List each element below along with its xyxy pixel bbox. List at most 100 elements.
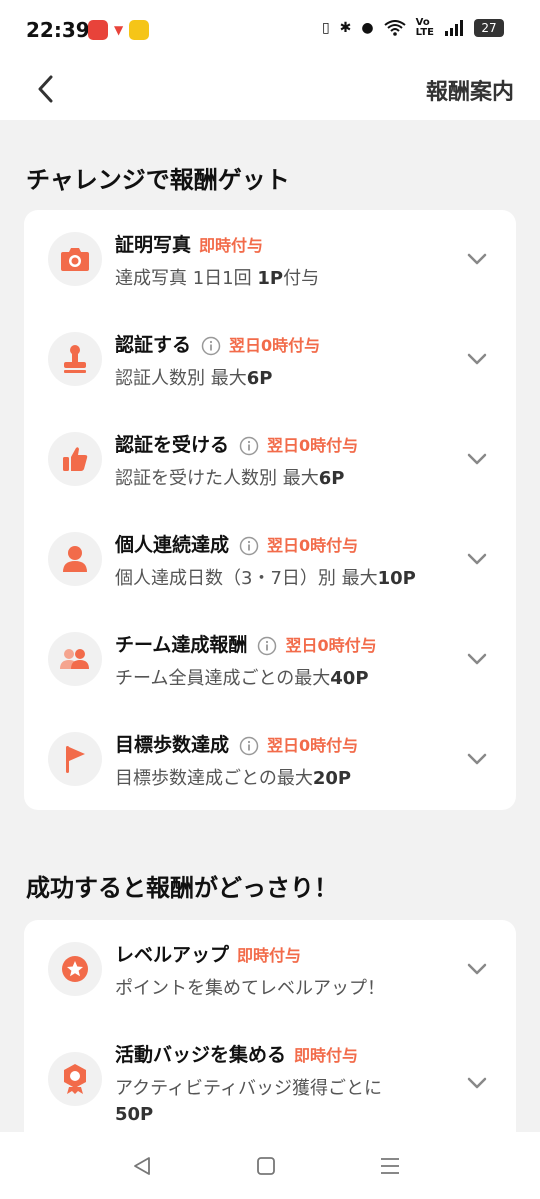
bluetooth-icon: ✱ [339, 20, 352, 36]
timing-badge: 即時付与 [294, 1046, 359, 1065]
challenge-reward-card: 証明写真 即時付与 達成写真 1日1回 1P付与 認証する 翌日0時付与 認証人数別… [24, 210, 516, 810]
item-title: チーム達成報酬 翌日0時付与 [115, 630, 377, 657]
item-icon-wrap [48, 732, 102, 786]
timing-badge: 翌日0時付与 [267, 436, 359, 455]
reward-item-receive-certification[interactable]: 認証を受ける 翌日0時付与 認証を受けた人数別 最大6P [24, 410, 516, 510]
nav-recents-button[interactable] [376, 1152, 404, 1180]
vibrate-icon: ▯ [321, 20, 330, 36]
chevron-down-icon[interactable] [466, 648, 488, 670]
item-icon-wrap [48, 432, 102, 486]
item-name: 目標歩数達成 [115, 734, 230, 756]
chevron-down-icon[interactable] [466, 348, 488, 370]
info-icon[interactable] [239, 736, 259, 756]
back-button[interactable] [28, 72, 62, 106]
desc-prefix: 達成写真 1日1回 [115, 268, 258, 289]
info-icon[interactable] [257, 636, 277, 656]
reward-item-certify[interactable]: 認証する 翌日0時付与 認証人数別 最大6P [24, 310, 516, 410]
chevron-down-icon[interactable] [466, 548, 488, 570]
item-description: 目標歩数達成ごとの最大20P [115, 764, 351, 790]
news-app-icon [88, 20, 108, 40]
chevron-down-icon[interactable] [466, 1072, 488, 1094]
reward-item-step-goal[interactable]: 目標歩数達成 翌日0時付与 目標歩数達成ごとの最大20P [24, 710, 516, 810]
star-badge-icon [62, 956, 88, 982]
flag-icon [66, 746, 85, 773]
chevron-left-icon [38, 75, 53, 103]
desc-suffix: 付与 [283, 268, 320, 289]
timing-badge: 即時付与 [199, 236, 264, 255]
item-description: 個人達成日数（3・7日）別 最大10P [115, 564, 416, 590]
item-title: 活動バッジを集める 即時付与 [115, 1040, 358, 1067]
home-square-icon [257, 1157, 275, 1175]
item-name: チーム達成報酬 [115, 634, 248, 656]
item-description-line2: 50P [115, 1104, 153, 1125]
desc-prefix: チーム全員達成ごとの最大 [115, 668, 331, 689]
item-description: アクティビティバッジ獲得ごとに [115, 1074, 382, 1100]
chevron-down-icon[interactable] [466, 748, 488, 770]
chevron-down-icon[interactable] [466, 958, 488, 980]
chevron-down-icon[interactable] [466, 448, 488, 470]
section-title-challenge: チャレンジで報酬ゲット [26, 166, 290, 194]
item-icon-wrap [48, 1052, 102, 1106]
section-title-success: 成功すると報酬がどっさり！ [26, 874, 338, 902]
chevron-down-icon[interactable] [466, 248, 488, 270]
item-name: レベルアップ [115, 944, 230, 966]
yellow-app-icon [129, 20, 150, 40]
desc-prefix: 認証を受けた人数別 最大 [115, 468, 319, 489]
item-name: 認証を受ける [115, 434, 230, 456]
status-notification-icons: ▼ [88, 20, 150, 40]
page-title: 報酬案内 [425, 80, 514, 105]
desc-points: 10P [377, 568, 416, 589]
recents-menu-icon [381, 1158, 399, 1174]
reward-item-team-achievement[interactable]: チーム達成報酬 翌日0時付与 チーム全員達成ごとの最大40P [24, 610, 516, 710]
item-name: 個人連続達成 [115, 534, 230, 556]
item-name: 活動バッジを集める [115, 1044, 287, 1066]
desc-prefix: 個人達成日数（3・7日）別 最大 [115, 568, 378, 589]
camera-icon [61, 248, 89, 271]
item-icon-wrap [48, 532, 102, 586]
item-description: 達成写真 1日1回 1P付与 [115, 264, 319, 290]
info-icon[interactable] [239, 436, 259, 456]
timing-badge: 翌日0時付与 [267, 536, 359, 555]
item-title: 個人連続達成 翌日0時付与 [115, 530, 358, 557]
reward-item-photo[interactable]: 証明写真 即時付与 達成写真 1日1回 1P付与 [24, 210, 516, 310]
app-bar: 報酬案内 [0, 62, 540, 120]
item-name: 証明写真 [115, 234, 192, 256]
group-icon [60, 649, 89, 669]
item-icon-wrap [48, 232, 102, 286]
timing-badge: 翌日0時付与 [267, 736, 359, 755]
reward-item-activity-badges[interactable]: 活動バッジを集める 即時付与 アクティビティバッジ獲得ごとに 50P [24, 1020, 516, 1132]
item-icon-wrap [48, 332, 102, 386]
desc-points: 40P [330, 668, 369, 689]
reward-item-personal-streak[interactable]: 個人連続達成 翌日0時付与 個人達成日数（3・7日）別 最大10P [24, 510, 516, 610]
item-name: 認証する [115, 334, 192, 356]
timing-badge: 翌日0時付与 [229, 336, 321, 355]
nav-back-button[interactable] [128, 1152, 156, 1180]
success-reward-card: レベルアップ 即時付与 ポイントを集めてレベルアップ！ 活動バッジを集める 即時付与… [24, 920, 516, 1132]
item-title: 目標歩数達成 翌日0時付与 [115, 730, 358, 757]
person-icon [63, 546, 87, 572]
stamp-icon [64, 345, 86, 373]
thumbs-up-icon [63, 447, 88, 471]
nav-home-button[interactable] [252, 1152, 280, 1180]
status-time: 22:39 [26, 18, 90, 42]
desc-prefix: アクティビティバッジ獲得ごとに [115, 1078, 382, 1099]
item-title: レベルアップ 即時付与 [115, 940, 301, 967]
volte-icon: Vo LTE [415, 17, 434, 38]
reward-item-level-up[interactable]: レベルアップ 即時付与 ポイントを集めてレベルアップ！ [24, 920, 516, 1020]
system-nav-bar [0, 1132, 540, 1199]
reward-content: チャレンジで報酬ゲット 証明写真 即時付与 達成写真 1日1回 1P付与 認証する… [0, 120, 540, 1132]
location-icon: ● [361, 20, 374, 36]
item-icon-wrap [48, 942, 102, 996]
battery-icon: 27 [474, 19, 504, 37]
info-icon[interactable] [239, 536, 259, 556]
desc-prefix: 目標歩数達成ごとの最大 [115, 768, 313, 789]
item-title: 認証する 翌日0時付与 [115, 330, 320, 357]
info-icon[interactable] [201, 336, 221, 356]
desc-points: 6P [318, 468, 345, 489]
wifi-icon [384, 20, 406, 36]
item-description: 認証を受けた人数別 最大6P [115, 464, 344, 490]
item-description: 認証人数別 最大6P [115, 364, 272, 390]
back-triangle-icon [134, 1157, 150, 1175]
item-title: 認証を受ける 翌日0時付与 [115, 430, 358, 457]
desc-points: 1P [257, 268, 284, 289]
